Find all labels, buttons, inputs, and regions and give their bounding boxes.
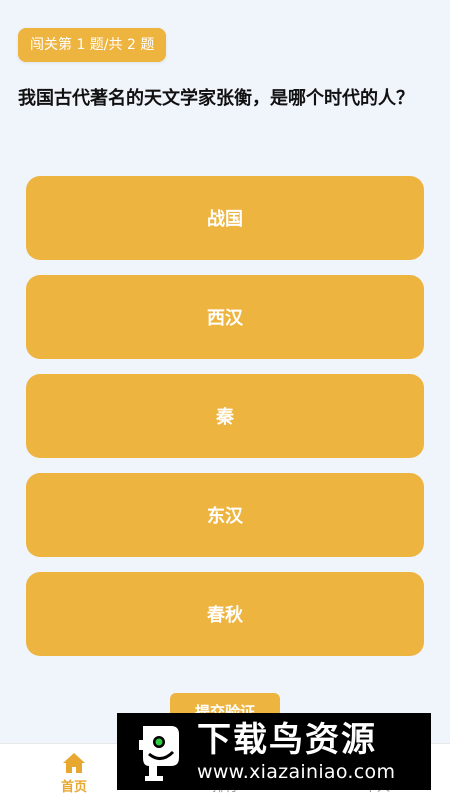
options-list: 战国 西汉 秦 东汉 春秋 <box>26 176 424 671</box>
option-button[interactable]: 春秋 <box>26 572 424 656</box>
watermark-banner: 下载鸟资源 www.xiazainiao.com <box>117 713 431 790</box>
watermark-url: www.xiazainiao.com <box>197 760 396 783</box>
tab-home-label: 首页 <box>60 780 87 795</box>
progress-badge: 闯关第 1 题/共 2 题 <box>18 28 167 62</box>
option-button[interactable]: 战国 <box>26 176 424 260</box>
bird-logo-icon <box>123 718 191 786</box>
watermark-title: 下载鸟资源 <box>197 719 377 760</box>
option-button[interactable]: 西汉 <box>26 275 424 359</box>
question-text: 我国古代著名的天文学家张衡，是哪个时代的人？ <box>18 88 414 109</box>
tab-home[interactable]: 首页 <box>34 752 114 795</box>
home-icon <box>34 752 114 774</box>
option-button[interactable]: 秦 <box>26 374 424 458</box>
option-button[interactable]: 东汉 <box>26 473 424 557</box>
